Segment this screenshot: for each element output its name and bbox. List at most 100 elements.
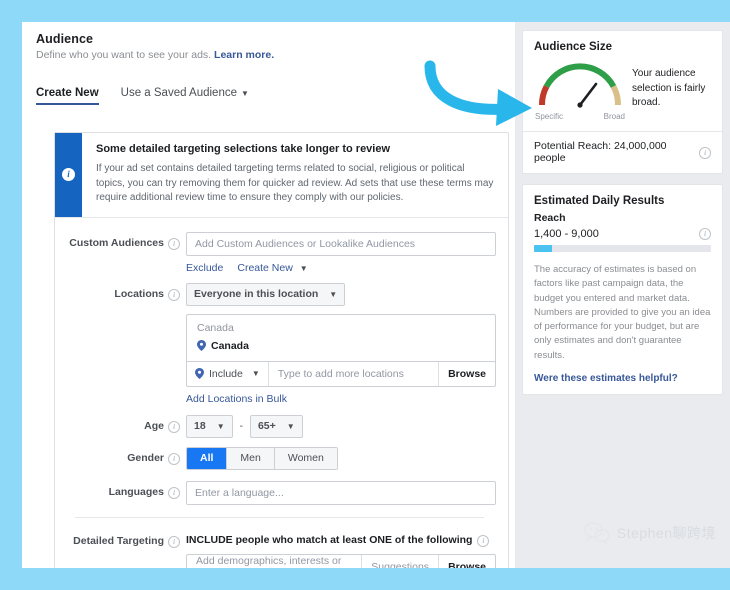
help-icon[interactable]: i bbox=[168, 452, 180, 465]
detailed-targeting-include-text: INCLUDE people who match at least ONE of… bbox=[186, 534, 473, 546]
gauge-label-specific: Specific bbox=[535, 112, 564, 121]
gender-option-men[interactable]: Men bbox=[227, 447, 275, 469]
detailed-targeting-suggestions-button[interactable]: Suggestions bbox=[361, 554, 438, 568]
help-icon[interactable]: i bbox=[168, 535, 180, 548]
age-range-separator: - bbox=[239, 420, 243, 432]
languages-label-text: Languages bbox=[108, 485, 164, 498]
detailed-targeting-label: Detailed Targeting i bbox=[55, 530, 186, 569]
potential-reach-row: Potential Reach: 24,000,000 people i bbox=[523, 131, 722, 173]
field-locations: Locations i Everyone in this location ▼ … bbox=[55, 282, 496, 405]
gender-field: All Men Women bbox=[186, 446, 496, 470]
reach-metric-value: 1,400 - 9,000 bbox=[534, 227, 599, 240]
create-new-audience-label: Create New bbox=[237, 261, 293, 274]
location-scope-select[interactable]: Everyone in this location ▼ bbox=[186, 282, 346, 306]
gauge-label-broad: Broad bbox=[603, 112, 625, 121]
age-max-value: 65+ bbox=[257, 420, 276, 432]
map-pin-icon bbox=[197, 340, 206, 351]
page-title: Audience bbox=[36, 32, 94, 46]
help-icon[interactable]: i bbox=[168, 486, 180, 499]
chevron-down-icon: ▼ bbox=[329, 289, 338, 299]
age-min-select[interactable]: 18 ▼ bbox=[186, 414, 233, 438]
reach-progress-bar bbox=[534, 245, 711, 252]
reach-progress-fill bbox=[534, 245, 552, 252]
reach-metric-row: 1,400 - 9,000 i bbox=[534, 227, 711, 240]
info-icon: i bbox=[62, 168, 75, 182]
estimates-sidebar: Audience Size Specific Broad Your audien… bbox=[515, 22, 730, 568]
create-new-audience-link[interactable]: Create New ▼ bbox=[237, 262, 307, 274]
watermark-text: Stephen聊跨境 bbox=[616, 525, 716, 541]
field-gender: Gender i All Men Women bbox=[55, 446, 496, 470]
potential-reach-text: Potential Reach: 24,000,000 people bbox=[534, 140, 667, 164]
tab-use-saved-audience[interactable]: Use a Saved Audience ▼ bbox=[121, 87, 249, 105]
chevron-down-icon: ▼ bbox=[216, 421, 225, 431]
audience-size-body: Audience Size Specific Broad Your audien… bbox=[523, 31, 722, 131]
help-icon[interactable]: i bbox=[168, 288, 180, 301]
add-locations-bulk-link[interactable]: Add Locations in Bulk bbox=[186, 393, 496, 405]
estimates-feedback-link[interactable]: Were these estimates helpful? bbox=[534, 373, 711, 384]
detailed-targeting-field: INCLUDE people who match at least ONE of… bbox=[186, 530, 496, 569]
location-chip-canada[interactable]: Canada bbox=[187, 336, 495, 361]
field-custom-audiences: Custom Audiences i Add Custom Audiences … bbox=[55, 231, 496, 274]
targeting-review-banner: i Some detailed targeting selections tak… bbox=[55, 133, 508, 218]
banner-title: Some detailed targeting selections take … bbox=[96, 143, 391, 155]
gender-segmented-control: All Men Women bbox=[186, 446, 338, 470]
page-subtitle-text: Define who you want to see your ads. bbox=[36, 49, 215, 61]
help-icon[interactable]: i bbox=[699, 146, 711, 159]
estimated-daily-results-title: Estimated Daily Results bbox=[534, 195, 665, 207]
banner-body: Some detailed targeting selections take … bbox=[82, 133, 508, 217]
languages-label: Languages i bbox=[55, 481, 186, 505]
learn-more-link[interactable]: Learn more. bbox=[214, 49, 274, 61]
age-max-select[interactable]: 65+ ▼ bbox=[249, 414, 303, 438]
reach-metric-label: Reach bbox=[534, 212, 566, 224]
field-languages: Languages i Enter a language... bbox=[55, 480, 496, 505]
location-search-input[interactable]: Type to add more locations bbox=[269, 368, 438, 380]
chevron-down-icon: ▼ bbox=[299, 263, 308, 273]
locations-browse-button[interactable]: Browse bbox=[438, 361, 495, 386]
detailed-targeting-browse-button[interactable]: Browse bbox=[438, 554, 495, 568]
gender-label-text: Gender bbox=[127, 451, 164, 464]
locations-group-header: Canada bbox=[197, 321, 234, 334]
chevron-down-icon: ▼ bbox=[241, 89, 249, 98]
languages-field: Enter a language... bbox=[186, 480, 496, 505]
audience-size-summary: Your audience selection is fairly broad. bbox=[632, 68, 706, 108]
audience-form: Custom Audiences i Add Custom Audiences … bbox=[55, 218, 508, 569]
detailed-targeting-input[interactable]: Add demographics, interests or behaviors bbox=[187, 555, 361, 569]
languages-input[interactable]: Enter a language... bbox=[186, 480, 496, 505]
banner-text: If your ad set contains detailed targeti… bbox=[96, 163, 494, 203]
custom-audiences-label: Custom Audiences i bbox=[55, 232, 186, 274]
location-include-select[interactable]: Include ▼ bbox=[187, 361, 269, 386]
estimated-daily-results-card: Estimated Daily Results Reach 1,400 - 9,… bbox=[522, 184, 723, 395]
gauge-labels: Specific Broad bbox=[534, 112, 626, 121]
gender-option-women[interactable]: Women bbox=[274, 447, 337, 469]
location-include-label: Include bbox=[209, 367, 243, 380]
help-icon[interactable]: i bbox=[168, 237, 180, 250]
audience-tabs: Create New Use a Saved Audience ▼ bbox=[22, 77, 515, 105]
age-label: Age i bbox=[55, 415, 186, 438]
exclude-audiences-link[interactable]: Exclude bbox=[186, 262, 223, 274]
custom-audiences-field: Add Custom Audiences or Lookalike Audien… bbox=[186, 231, 496, 274]
custom-audiences-input[interactable]: Add Custom Audiences or Lookalike Audien… bbox=[186, 231, 496, 256]
field-age: Age i 18 ▼ - 65+ ▼ bbox=[55, 414, 496, 438]
page-subtitle: Define who you want to see your ads. Lea… bbox=[36, 49, 515, 61]
gender-option-all[interactable]: All bbox=[187, 447, 228, 469]
custom-audiences-label-text: Custom Audiences bbox=[69, 236, 164, 249]
app-window: Audience Define who you want to see your… bbox=[22, 22, 730, 568]
form-divider bbox=[75, 516, 484, 518]
chevron-down-icon: ▼ bbox=[251, 369, 260, 378]
map-pin-icon bbox=[195, 368, 204, 379]
help-icon[interactable]: i bbox=[477, 534, 490, 547]
age-label-text: Age bbox=[144, 419, 164, 432]
tab-create-new-label: Create New bbox=[36, 87, 99, 99]
locations-field: Everyone in this location ▼ Canada Canad… bbox=[186, 282, 496, 405]
locations-add-row: Include ▼ Type to add more locations Bro… bbox=[187, 360, 495, 386]
locations-label: Locations i bbox=[55, 283, 186, 405]
gauge-dial-icon bbox=[539, 63, 621, 108]
detailed-targeting-label-text: Detailed Targeting bbox=[73, 534, 164, 547]
tab-create-new[interactable]: Create New bbox=[36, 87, 99, 105]
help-icon[interactable]: i bbox=[699, 228, 711, 240]
help-icon[interactable]: i bbox=[168, 420, 180, 433]
audience-panel: Audience Define who you want to see your… bbox=[22, 22, 515, 568]
audience-size-gauge: Specific Broad bbox=[534, 59, 626, 121]
wechat-icon bbox=[584, 522, 610, 544]
watermark: Stephen聊跨境 bbox=[584, 522, 716, 544]
